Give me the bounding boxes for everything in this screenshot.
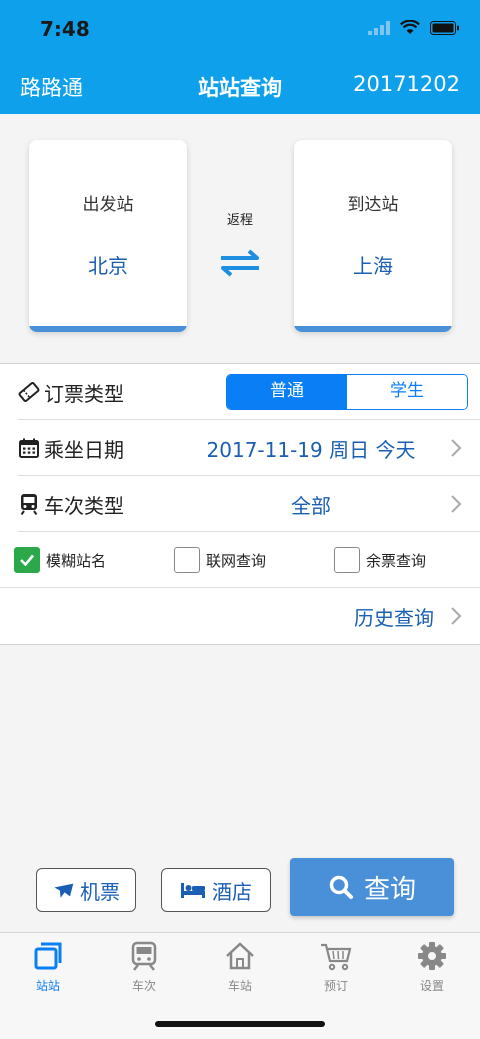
arrival-station-name: 上海: [353, 254, 393, 278]
flight-button[interactable]: 机票: [36, 868, 136, 912]
train-type-value: 全部: [291, 494, 331, 518]
departure-station-card[interactable]: 出发站 北京: [29, 140, 187, 332]
chevron-right-icon: [451, 439, 462, 457]
ticket-type-row: 订票类型 普通 学生: [18, 364, 480, 420]
calendar-icon: [19, 438, 39, 458]
train-type-label: 车次类型: [44, 494, 124, 518]
online-query-label: 联网查询: [206, 551, 267, 570]
card-accent-bar: [294, 326, 452, 332]
history-query-link[interactable]: 历史查询: [354, 602, 434, 631]
checkbox-unchecked: [334, 547, 360, 573]
tab-label: 车站: [227, 979, 252, 993]
fuzzy-station-checkbox[interactable]: 模糊站名: [14, 547, 106, 573]
train-type-row[interactable]: 车次类型 全部: [18, 476, 480, 532]
remaining-tickets-label: 余票查询: [366, 551, 427, 570]
house-icon: [226, 942, 254, 970]
tab-label: 站站: [35, 979, 60, 993]
gear-icon: [418, 942, 446, 970]
bed-icon: [181, 883, 205, 898]
travel-date-label: 乘坐日期: [44, 438, 124, 462]
online-query-checkbox[interactable]: 联网查询: [174, 547, 266, 573]
ticket-icon: [18, 381, 40, 403]
flight-button-label: 机票: [80, 879, 120, 904]
search-button-label: 查询: [363, 874, 416, 905]
ticket-type-label: 订票类型: [44, 382, 124, 406]
query-form: 订票类型 普通 学生 乘坐日期 2017-11-19 周日 今天 车次类型 全部: [0, 364, 480, 645]
airplane-icon: [54, 883, 74, 898]
tab-trains[interactable]: 车次: [96, 939, 192, 994]
tab-settings[interactable]: 设置: [384, 939, 480, 994]
hotel-button-label: 酒店: [212, 879, 252, 904]
train-icon: [131, 941, 157, 971]
travel-date-value: 2017-11-19 周日 今天: [206, 438, 416, 462]
history-row[interactable]: 历史查询: [18, 588, 480, 644]
round-trip-label: 返程: [226, 213, 253, 228]
station-selector: 出发站 北京 返程 到达站 上海: [0, 114, 480, 364]
ticket-option-regular[interactable]: 普通: [227, 375, 347, 409]
swap-stations-icon[interactable]: [217, 249, 263, 277]
hotel-button[interactable]: 酒店: [161, 868, 271, 912]
version-label[interactable]: 20171202: [353, 72, 460, 96]
nav-bar: 路路通 站站查询 20171202: [0, 60, 480, 114]
arrival-label: 到达站: [347, 195, 399, 215]
ticket-type-segmented-control: 普通 学生: [226, 374, 468, 410]
tab-station-to-station[interactable]: 站站: [0, 939, 96, 994]
wifi-icon: [400, 20, 420, 34]
search-icon: [329, 875, 353, 899]
tab-label: 设置: [419, 979, 444, 993]
travel-date-row[interactable]: 乘坐日期 2017-11-19 周日 今天: [18, 420, 480, 476]
search-button[interactable]: 查询: [290, 858, 454, 916]
action-bar: 机票 酒店 查询: [0, 858, 480, 918]
checkbox-unchecked: [174, 547, 200, 573]
tab-label: 车次: [131, 979, 156, 993]
arrival-station-card[interactable]: 到达站 上海: [294, 140, 452, 332]
remaining-tickets-checkbox[interactable]: 余票查询: [334, 547, 426, 573]
battery-icon: [430, 20, 459, 35]
status-time: 7:48: [40, 17, 90, 41]
check-icon: [20, 554, 34, 567]
departure-station-name: 北京: [88, 254, 128, 278]
ticket-option-student[interactable]: 学生: [347, 375, 467, 409]
train-icon: [20, 494, 38, 515]
tab-stations[interactable]: 车站: [192, 939, 288, 994]
status-icons: [368, 20, 460, 35]
chevron-right-icon: [451, 495, 462, 513]
departure-label: 出发站: [82, 195, 134, 215]
cart-icon: [321, 943, 352, 971]
app-name[interactable]: 路路通: [20, 72, 83, 102]
chevron-right-icon: [451, 607, 462, 625]
fuzzy-station-label: 模糊站名: [46, 551, 107, 570]
tab-booking[interactable]: 预订: [288, 939, 384, 994]
card-accent-bar: [29, 326, 187, 332]
tab-label: 预订: [323, 979, 348, 993]
options-row: 模糊站名 联网查询 余票查询: [0, 532, 480, 588]
station-to-station-icon: [34, 942, 62, 970]
home-indicator: [155, 1021, 325, 1027]
checkbox-checked: [14, 547, 40, 573]
signal-icon: [368, 20, 390, 35]
status-bar: 7:48: [0, 0, 480, 60]
